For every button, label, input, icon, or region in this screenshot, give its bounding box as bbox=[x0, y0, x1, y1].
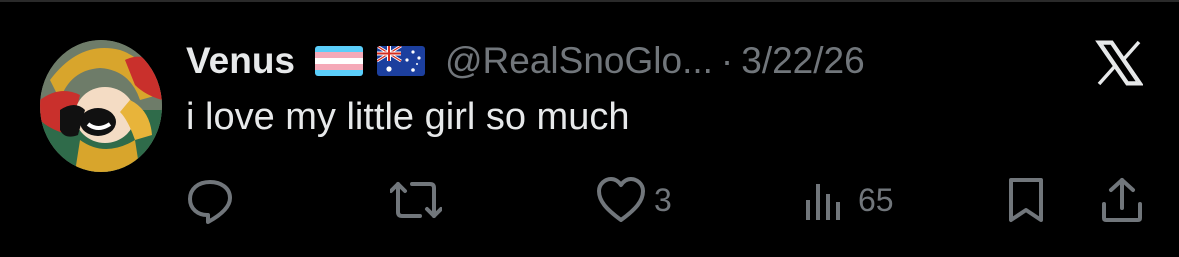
avatar[interactable] bbox=[40, 40, 162, 172]
bookmark-icon bbox=[1009, 178, 1043, 222]
retweet-icon bbox=[390, 182, 442, 218]
retweet-button[interactable] bbox=[390, 172, 450, 228]
like-button[interactable]: 3 bbox=[596, 172, 672, 228]
tweet-date[interactable]: 3/22/26 bbox=[741, 40, 864, 82]
top-divider bbox=[0, 0, 1179, 2]
author-handle[interactable]: @RealSnoGlo... bbox=[445, 40, 713, 82]
separator-dot: · bbox=[720, 40, 734, 81]
like-count: 3 bbox=[654, 181, 672, 218]
australia-flag-icon bbox=[377, 46, 425, 76]
tweet-header: Venus @RealSnoGlo... · 3/22/26 bbox=[186, 38, 865, 84]
views-icon bbox=[806, 184, 840, 220]
transgender-flag-icon bbox=[315, 46, 363, 76]
reply-button[interactable] bbox=[186, 172, 242, 228]
tweet-actions: 3 65 bbox=[0, 172, 1179, 232]
x-logo-icon bbox=[1095, 40, 1144, 86]
tweet-text: i love my little girl so much bbox=[186, 96, 630, 138]
heart-icon bbox=[597, 177, 645, 222]
views-count: 65 bbox=[858, 181, 894, 218]
views-button[interactable]: 65 bbox=[800, 172, 894, 228]
avatar-cartoon-image bbox=[40, 40, 162, 172]
author-name[interactable]: Venus bbox=[186, 40, 295, 82]
share-button[interactable] bbox=[1098, 172, 1146, 228]
share-icon bbox=[1102, 178, 1142, 222]
reply-icon bbox=[188, 180, 232, 224]
bookmark-button[interactable] bbox=[1006, 172, 1046, 228]
